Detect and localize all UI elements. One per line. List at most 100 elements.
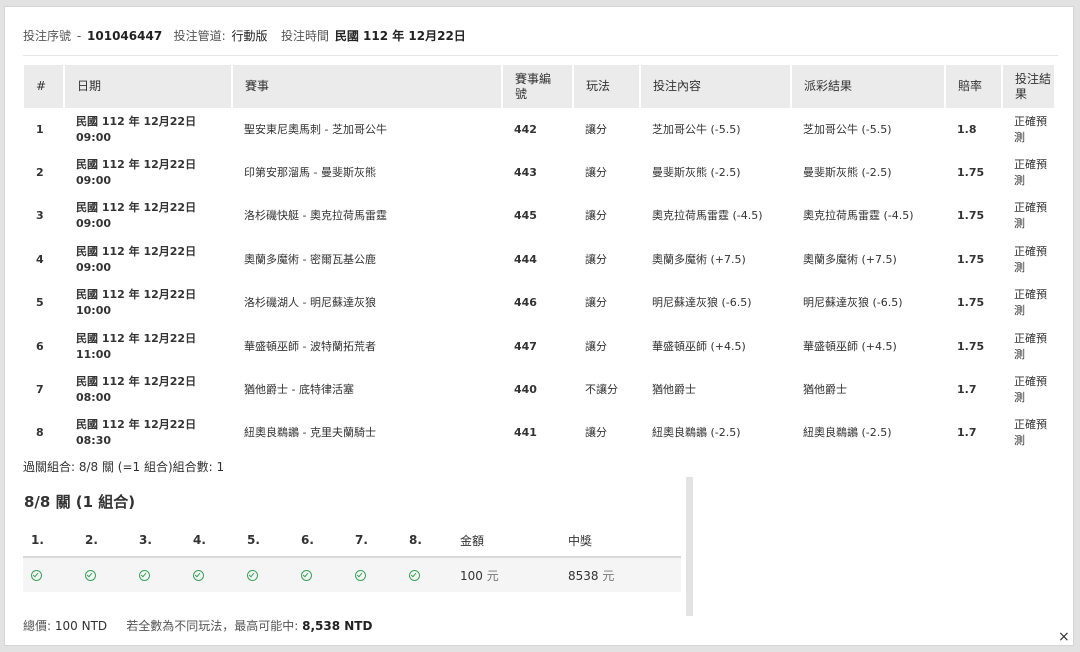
combo-panel: 1. 2. 3. 4. 5. 6. 7. 8. 金額 中獎 100 元 8538 元 <box>23 524 681 594</box>
row-match: 奧蘭多魔術 - 密爾瓦基公鹿 <box>244 252 376 266</box>
row-date-day: 民國 112 年 12月22日 <box>76 158 197 172</box>
row-match: 洛杉磯快艇 - 奧克拉荷馬雷霆 <box>244 209 387 223</box>
col-code-line2: 號 <box>515 86 528 101</box>
combo-leg-cell <box>401 557 452 592</box>
row-play: 讓分 <box>585 339 607 353</box>
combo-leg-cell <box>77 557 131 592</box>
footer-summary: 總價: 100 NTD 若全數為不同玩法，最高可能中: 8,538 NTD <box>23 617 372 634</box>
row-match: 印第安那溜馬 - 曼斐斯灰熊 <box>244 166 376 180</box>
row-no: 2 <box>36 166 44 180</box>
row-date-day: 民國 112 年 12月22日 <box>76 114 197 128</box>
row-payout: 明尼蘇達灰狼 (-6.5) <box>803 296 903 310</box>
row-bet: 曼斐斯灰熊 (-2.5) <box>652 166 741 180</box>
check-circle-icon <box>409 570 420 581</box>
row-date-time: 11:00 <box>76 347 112 361</box>
row-odds: 1.75 <box>957 209 985 223</box>
parlay-summary: 過關組合: 8/8 關 (=1 組合)組合數: 1 <box>23 460 225 474</box>
row-play: 讓分 <box>585 122 607 136</box>
close-icon[interactable]: × <box>1058 629 1070 645</box>
combo-leg-cell <box>23 557 77 592</box>
bet-detail-modal: 投注序號 - 101046447 投注管道: 行動版 投注時間 民國 112 年… <box>4 6 1074 646</box>
bet-row: 4 民國 112 年 12月22日 09:00 奧蘭多魔術 - 密爾瓦基公鹿 444 讓分… <box>24 238 1055 281</box>
row-result: 正確預測 <box>1014 375 1047 405</box>
row-odds: 1.75 <box>957 296 985 310</box>
combo-table: 1. 2. 3. 4. 5. 6. 7. 8. 金額 中獎 100 元 8538 元 <box>23 524 681 592</box>
row-bet: 奧蘭多魔術 (+7.5) <box>652 252 746 266</box>
row-play: 讓分 <box>585 166 607 180</box>
combo-prize: 8538 元 <box>560 557 681 592</box>
row-play: 讓分 <box>585 252 607 266</box>
bet-row: 2 民國 112 年 12月22日 09:00 印第安那溜馬 - 曼斐斯灰熊 443 讓分… <box>24 151 1055 194</box>
row-bet: 紐奧良鵜鶘 (-2.5) <box>652 426 741 440</box>
row-date-time: 09:00 <box>76 217 112 231</box>
combo-amount-header: 金額 <box>452 524 560 558</box>
row-match: 紐奧良鵜鶘 - 克里夫蘭騎士 <box>244 426 376 440</box>
serial-label: 投注序號 <box>23 29 72 43</box>
row-bet: 猶他爵士 <box>652 383 696 397</box>
row-result: 正確預測 <box>1014 158 1047 188</box>
row-date: 民國 112 年 12月22日 10:00 <box>64 282 232 325</box>
row-result: 正確預測 <box>1014 114 1047 144</box>
bets-header-row: # 日期 賽事 賽事編號 玩法 投注內容 派彩結果 賠率 投注結果 <box>24 65 1056 108</box>
combo-leg-header: 1. <box>23 524 77 558</box>
row-result: 正確預測 <box>1014 288 1047 318</box>
row-no: 4 <box>36 252 44 266</box>
row-date: 民國 112 年 12月22日 08:00 <box>64 368 232 411</box>
row-payout: 芝加哥公牛 (-5.5) <box>803 122 892 136</box>
row-code: 443 <box>514 166 537 180</box>
combo-amount: 100 元 <box>452 557 560 592</box>
combo-prize-value: 8538 <box>568 568 599 583</box>
time-value: 民國 112 年 12月22日 <box>334 29 466 43</box>
check-circle-icon <box>31 570 42 581</box>
combo-leg-header: 7. <box>347 524 401 558</box>
row-odds: 1.75 <box>957 166 985 180</box>
col-bet: 投注內容 <box>640 65 792 108</box>
row-date-day: 民國 112 年 12月22日 <box>76 331 197 345</box>
row-payout: 奧克拉荷馬雷霆 (-4.5) <box>803 209 914 223</box>
row-bet: 芝加哥公牛 (-5.5) <box>652 122 741 136</box>
combo-leg-cell <box>239 557 293 592</box>
bets-table: # 日期 賽事 賽事編號 玩法 投注內容 派彩結果 賠率 投注結果 1 民國 11… <box>24 65 1056 455</box>
row-date: 民國 112 年 12月22日 09:00 <box>64 238 232 281</box>
max-value: 8,538 NTD <box>302 619 373 633</box>
row-match: 聖安東尼奧馬刺 - 芝加哥公牛 <box>244 122 387 136</box>
row-date-time: 09:00 <box>76 260 112 274</box>
row-no: 1 <box>36 122 44 136</box>
row-date: 民國 112 年 12月22日 09:00 <box>64 195 232 238</box>
row-no: 7 <box>36 383 44 397</box>
row-date-day: 民國 112 年 12月22日 <box>76 375 197 389</box>
row-match: 猶他爵士 - 底特律活塞 <box>244 383 354 397</box>
col-result: 投注結果 <box>1002 65 1056 108</box>
combo-row: 100 元 8538 元 <box>23 557 681 592</box>
bet-header: 投注序號 - 101046447 投注管道: 行動版 投注時間 民國 112 年… <box>23 25 1058 56</box>
col-match: 賽事 <box>232 65 503 108</box>
check-circle-icon <box>301 570 312 581</box>
combo-leg-cell <box>131 557 185 592</box>
row-payout: 曼斐斯灰熊 (-2.5) <box>803 166 892 180</box>
row-result: 正確預測 <box>1014 331 1047 361</box>
check-circle-icon <box>247 570 258 581</box>
row-date: 民國 112 年 12月22日 11:00 <box>64 325 232 368</box>
col-code: 賽事編號 <box>502 65 574 108</box>
combo-amount-unit: 元 <box>486 568 499 583</box>
combo-leg-cell <box>185 557 239 592</box>
combo-leg-header: 5. <box>239 524 293 558</box>
row-date-time: 08:30 <box>76 434 112 448</box>
col-play: 玩法 <box>573 65 641 108</box>
check-circle-icon <box>139 570 150 581</box>
row-date-day: 民國 112 年 12月22日 <box>76 201 197 215</box>
row-code: 446 <box>514 296 537 310</box>
row-play: 讓分 <box>585 426 607 440</box>
row-code: 444 <box>514 252 537 266</box>
row-bet: 明尼蘇達灰狼 (-6.5) <box>652 296 752 310</box>
bet-row: 1 民國 112 年 12月22日 09:00 聖安東尼奧馬刺 - 芝加哥公牛 442 讓… <box>24 108 1055 151</box>
row-odds: 1.7 <box>957 426 977 440</box>
combo-scrollbar[interactable] <box>686 477 693 616</box>
combo-leg-cell <box>347 557 401 592</box>
bet-row: 7 民國 112 年 12月22日 08:00 猶他爵士 - 底特律活塞 440 不讓分 猶… <box>24 368 1055 411</box>
row-code: 440 <box>514 383 537 397</box>
combo-leg-header: 6. <box>293 524 347 558</box>
row-date-day: 民國 112 年 12月22日 <box>76 244 197 258</box>
channel-value: 行動版 <box>231 29 268 43</box>
total-label: 總價: <box>23 619 52 633</box>
